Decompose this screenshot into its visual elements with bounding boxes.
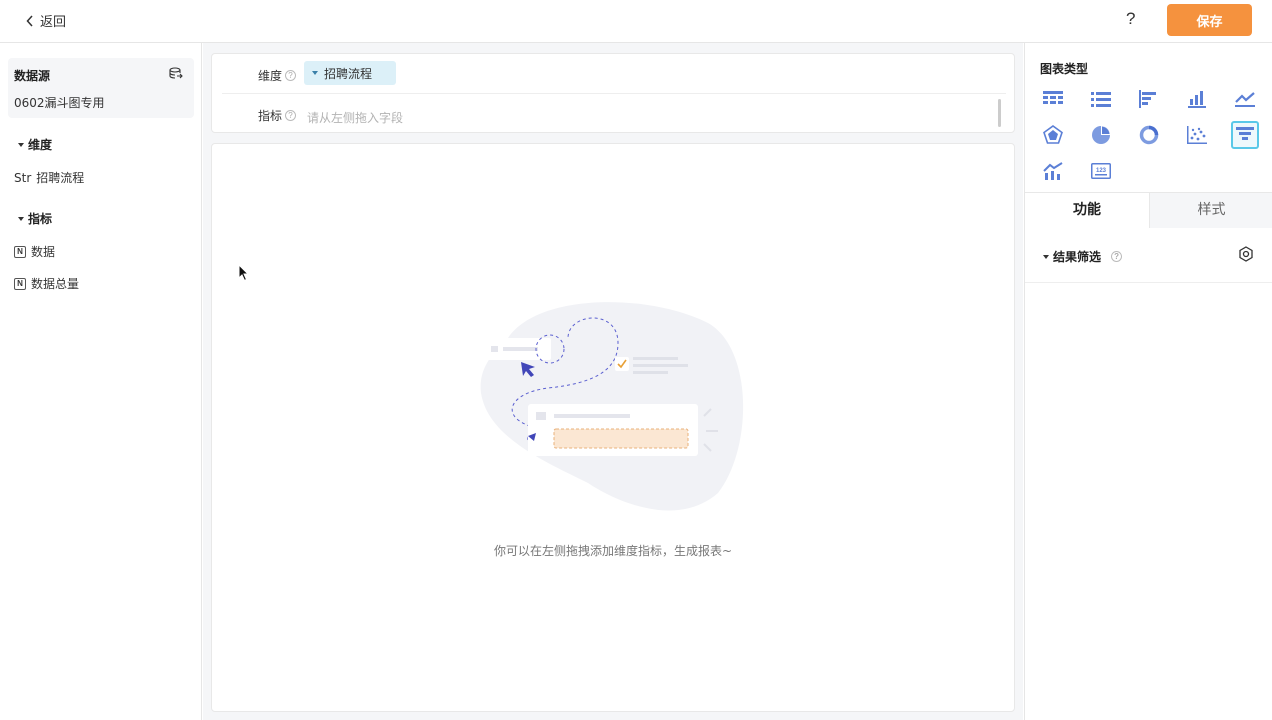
empty-state-text: 你可以在左侧拖拽添加维度指标，生成报表~ — [493, 544, 733, 558]
combo-icon[interactable] — [1039, 157, 1067, 185]
line-icon[interactable] — [1231, 85, 1259, 113]
metric-field[interactable]: N 数据 — [14, 243, 55, 260]
config-panel: 维度 ? 招聘流程 指标 ? 请从左侧拖入字段 — [211, 53, 1015, 133]
field-panel: 数据源 0602漏斗图专用 维度 Str 招聘流程 指标 N 数据 N 数据总量 — [0, 43, 202, 720]
back-button[interactable]: 返回 — [26, 11, 66, 30]
help-icon[interactable]: ? — [1126, 9, 1135, 29]
scrollbar[interactable] — [998, 99, 1001, 127]
dimension-section-title: 维度 — [28, 138, 53, 152]
svg-text:123: 123 — [1096, 168, 1107, 174]
number-type-icon: N — [14, 245, 26, 258]
help-circle-icon[interactable]: ? — [1111, 251, 1123, 262]
metric-section-title: 指标 — [28, 212, 53, 226]
radar-icon[interactable] — [1039, 121, 1067, 149]
metric-label: 指标 — [258, 109, 283, 123]
funnel-icon[interactable] — [1231, 121, 1259, 149]
donut-icon[interactable] — [1135, 121, 1163, 149]
field-label: 数据 — [31, 245, 56, 259]
metric-section-toggle[interactable]: 指标 — [18, 210, 52, 227]
dimension-field[interactable]: Str 招聘流程 — [14, 169, 84, 186]
divider — [222, 93, 1006, 94]
tab-function[interactable]: 功能 — [1025, 193, 1149, 228]
property-panel: 图表类型 123 功能 样式 结果筛选 ? — [1024, 43, 1272, 720]
divider — [1025, 282, 1272, 283]
dimension-section-toggle[interactable]: 维度 — [18, 136, 52, 153]
field-label: 数据总量 — [31, 277, 80, 291]
save-button[interactable]: 保存 — [1167, 4, 1252, 36]
back-label: 返回 — [40, 15, 67, 30]
database-switch-icon[interactable] — [169, 67, 183, 80]
number-type-icon: N — [14, 277, 26, 290]
result-filter-label: 结果筛选 — [1053, 250, 1102, 264]
editor-area: 维度 ? 招聘流程 指标 ? 请从左侧拖入字段 你可以在左侧拖拽添加维度指标，生… — [203, 43, 1023, 720]
top-bar: 返回 ? 保存 — [0, 0, 1272, 43]
field-type-str: Str — [14, 170, 32, 185]
dimension-tag[interactable]: 招聘流程 — [304, 61, 396, 85]
mouse-cursor-icon — [238, 264, 250, 282]
caret-down-icon — [1043, 254, 1049, 259]
gear-icon[interactable] — [1238, 246, 1254, 262]
pie-icon[interactable] — [1087, 121, 1115, 149]
field-label: 招聘流程 — [36, 171, 85, 185]
dimension-row-label: 维度 ? — [258, 67, 297, 84]
caret-down-icon — [18, 216, 24, 221]
result-filter-toggle[interactable]: 结果筛选 ? — [1043, 248, 1123, 265]
bar-horizontal-icon[interactable] — [1135, 85, 1163, 113]
table-icon[interactable] — [1039, 85, 1067, 113]
list-icon[interactable] — [1087, 85, 1115, 113]
help-circle-icon[interactable]: ? — [285, 110, 297, 121]
help-circle-icon[interactable]: ? — [285, 70, 297, 81]
metric-drop-zone[interactable]: 请从左侧拖入字段 — [307, 109, 403, 126]
datasource-card[interactable]: 数据源 0602漏斗图专用 — [8, 58, 194, 118]
dimension-label: 维度 — [258, 69, 283, 83]
chart-type-title: 图表类型 — [1040, 62, 1089, 76]
dimension-tag-label: 招聘流程 — [324, 66, 373, 81]
bar-vertical-icon[interactable] — [1183, 85, 1211, 113]
chevron-left-icon — [26, 14, 33, 27]
empty-state-illustration — [480, 302, 744, 511]
datasource-name: 0602漏斗图专用 — [14, 96, 105, 110]
scatter-icon[interactable] — [1183, 121, 1211, 149]
number-card-icon[interactable]: 123 — [1087, 157, 1115, 185]
datasource-title: 数据源 — [14, 69, 51, 83]
metric-field[interactable]: N 数据总量 — [14, 275, 79, 292]
caret-down-icon — [312, 71, 318, 75]
chart-canvas: 你可以在左侧拖拽添加维度指标，生成报表~ — [211, 143, 1015, 712]
panel-tabs: 功能 样式 — [1025, 192, 1272, 228]
tab-style[interactable]: 样式 — [1149, 193, 1272, 228]
metric-row-label: 指标 ? — [258, 107, 297, 124]
caret-down-icon — [18, 142, 24, 147]
